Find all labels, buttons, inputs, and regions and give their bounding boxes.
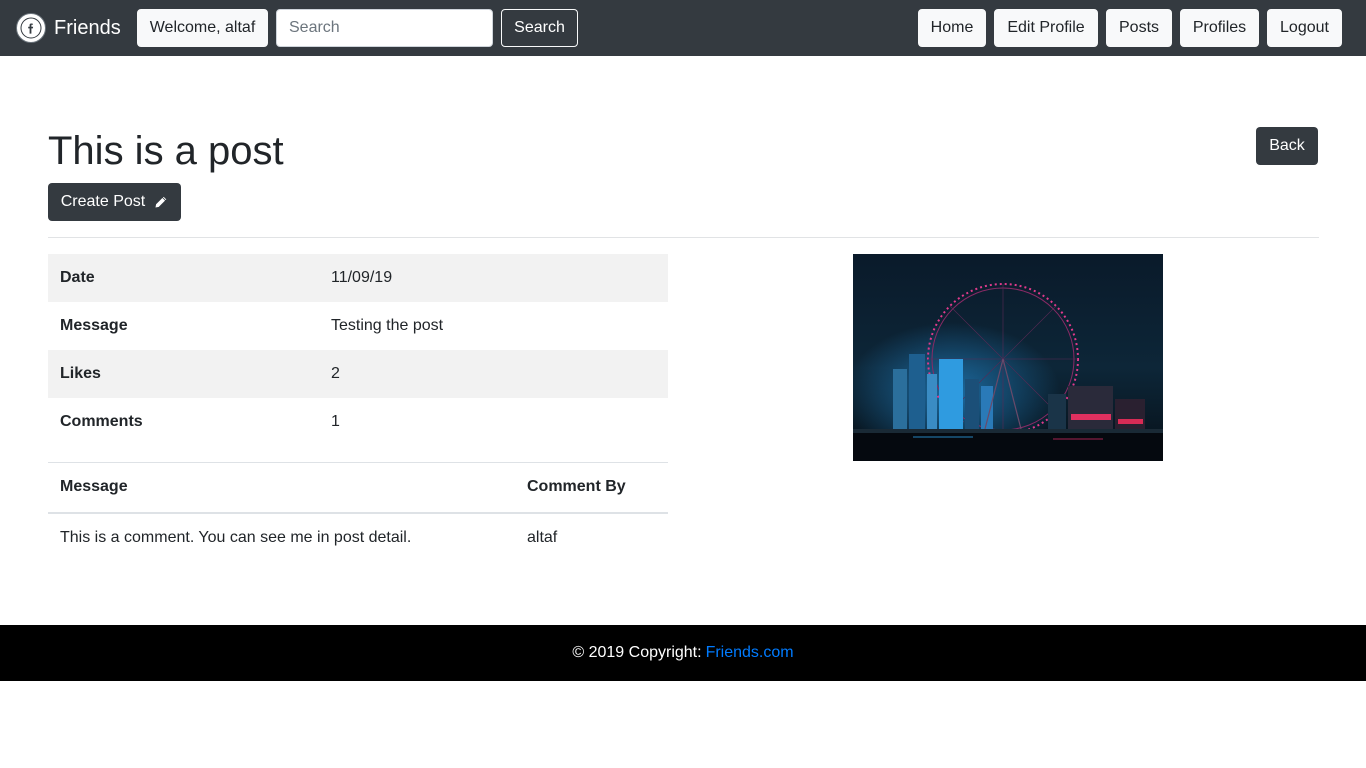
welcome-button[interactable]: Welcome, altaf <box>137 9 268 47</box>
message-label: Message <box>60 317 128 334</box>
message-value: Testing the post <box>331 317 444 334</box>
divider <box>48 237 1319 238</box>
page-title: This is a post <box>48 129 284 173</box>
likes-value: 2 <box>331 365 340 382</box>
post-image <box>853 254 1163 461</box>
nav-posts-button[interactable]: Posts <box>1106 9 1172 47</box>
pencil-icon <box>154 195 168 209</box>
comment-by: altaf <box>527 528 558 546</box>
comments-label: Comments <box>60 413 143 430</box>
table-row: Message Testing the post <box>48 302 668 350</box>
table-row: Likes 2 <box>48 350 668 398</box>
facebook-logo-icon <box>16 13 46 43</box>
back-button[interactable]: Back <box>1256 127 1318 165</box>
create-post-button[interactable]: Create Post <box>48 183 181 221</box>
create-post-label: Create Post <box>60 193 146 210</box>
table-header-row: Message Comment By <box>48 462 668 514</box>
comment-message: This is a comment. You can see me in pos… <box>60 528 412 546</box>
date-label: Date <box>60 269 95 286</box>
table-row: Date 11/09/19 <box>48 254 668 302</box>
comments-value: 1 <box>331 413 340 430</box>
date-value: 11/09/19 <box>331 269 393 286</box>
brand[interactable]: Friends <box>16 12 121 44</box>
footer-link[interactable]: Friends.com <box>706 644 794 662</box>
nav-home-button[interactable]: Home <box>918 9 986 47</box>
search-input[interactable] <box>276 9 493 47</box>
comments-table: Message Comment By This is a comment. Yo… <box>48 462 668 562</box>
likes-label: Likes <box>60 365 101 382</box>
comment-by-header: Comment By <box>515 462 668 514</box>
footer: © 2019 Copyright: Friends.com <box>0 625 1366 681</box>
comment-message-header: Message <box>48 462 515 514</box>
table-row: This is a comment. You can see me in pos… <box>48 513 668 562</box>
nav-profiles-button[interactable]: Profiles <box>1180 9 1259 47</box>
brand-name: Friends <box>54 16 121 39</box>
nav-edit-profile-button[interactable]: Edit Profile <box>994 9 1098 47</box>
search-button[interactable]: Search <box>501 9 578 47</box>
nav-logout-button[interactable]: Logout <box>1267 9 1342 47</box>
navbar: Friends Welcome, altaf Search Home Edit … <box>0 0 1366 56</box>
table-row: Comments 1 <box>48 398 668 446</box>
copyright-text: © 2019 Copyright: <box>572 644 702 661</box>
post-details-table: Date 11/09/19 Message Testing the post L… <box>48 254 668 446</box>
